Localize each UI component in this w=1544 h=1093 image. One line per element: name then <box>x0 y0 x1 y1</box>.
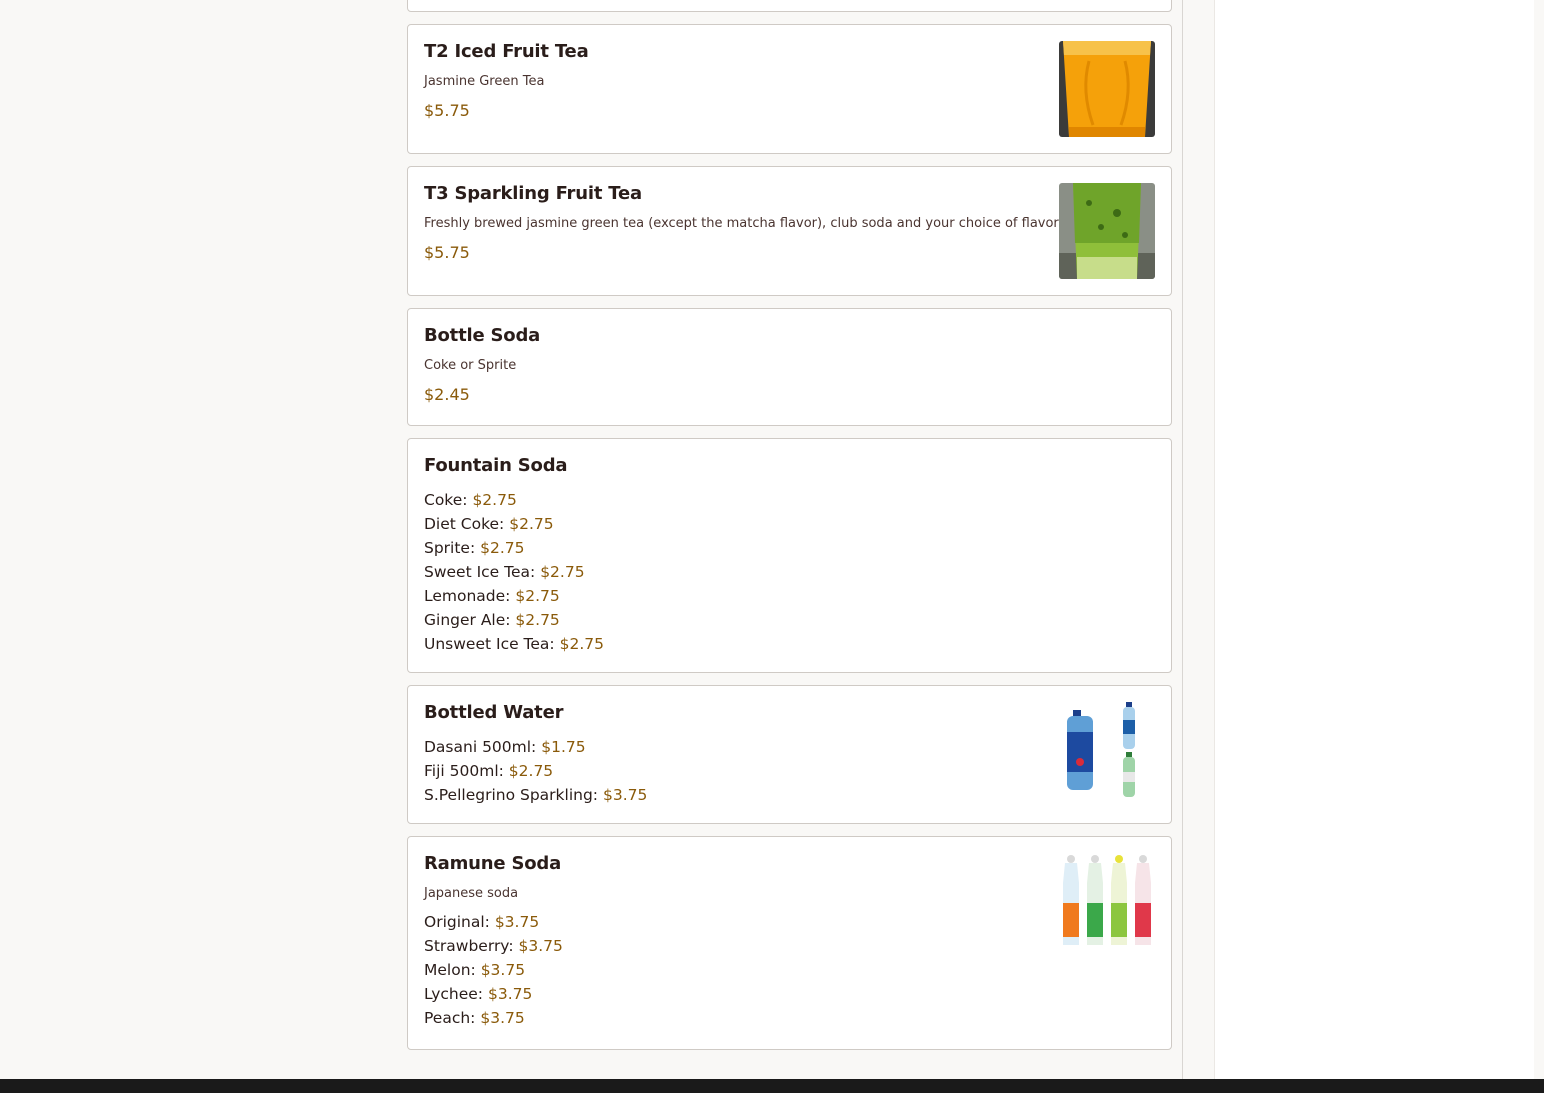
right-side-panel <box>1214 0 1534 1079</box>
option-row: Diet Coke: $2.75 <box>424 512 1041 536</box>
ramune-bottles-photo[interactable] <box>1059 853 1155 949</box>
option-label: Melon: <box>424 961 476 979</box>
option-price: $2.75 <box>509 515 554 533</box>
item-name: T3 Sparkling Fruit Tea <box>424 183 642 204</box>
option-price: $3.75 <box>480 1009 525 1027</box>
option-label: Ginger Ale: <box>424 611 511 629</box>
option-price: $2.75 <box>472 491 517 509</box>
item-name: Fountain Soda <box>424 455 568 476</box>
option-row: Coke: $2.75 <box>424 488 1041 512</box>
option-row: Peach: $3.75 <box>424 1006 1041 1030</box>
item-name: Ramune Soda <box>424 853 562 874</box>
option-price: $3.75 <box>494 913 540 931</box>
option-label: Lemonade: <box>424 587 511 605</box>
option-price: $3.75 <box>518 937 563 955</box>
option-price: $1.75 <box>541 738 586 756</box>
option-price: $2.75 <box>515 611 560 629</box>
option-list: Original: $3.75 Strawberry: $3.75 Melon:… <box>424 910 1041 1030</box>
item-price: $5.75 <box>424 243 470 262</box>
item-name: T2 Iced Fruit Tea <box>424 41 589 62</box>
option-price: $3.75 <box>487 985 533 1003</box>
option-list: Coke: $2.75 Diet Coke: $2.75 Sprite: $2.… <box>424 488 1041 656</box>
matcha-sparkling-tea-photo[interactable] <box>1059 183 1155 279</box>
option-row: S.Pellegrino Sparkling: $3.75 <box>424 783 1041 807</box>
option-label: Dasani 500ml: <box>424 738 537 756</box>
option-row: Lychee: $3.75 <box>424 982 1041 1006</box>
menu-item-card[interactable]: Ramune Soda Japanese soda Original: $3.7… <box>407 836 1172 1050</box>
item-price: $2.45 <box>424 385 470 404</box>
option-list: Dasani 500ml: $1.75 Fiji 500ml: $2.75 S.… <box>424 735 1041 807</box>
item-price: $5.75 <box>424 101 470 120</box>
option-label: Lychee: <box>424 985 484 1003</box>
item-description: Jasmine Green Tea <box>424 74 545 89</box>
water-bottles-photo[interactable] <box>1059 702 1155 798</box>
option-row: Sprite: $2.75 <box>424 536 1041 560</box>
item-description: Freshly brewed jasmine green tea (except… <box>424 216 1059 231</box>
menu-item-card[interactable]: T3 Sparkling Fruit Tea Freshly brewed ja… <box>407 166 1172 296</box>
option-row: Dasani 500ml: $1.75 <box>424 735 1041 759</box>
previous-menu-item-card[interactable] <box>407 0 1172 12</box>
option-label: S.Pellegrino Sparkling: <box>424 786 599 804</box>
option-price: $2.75 <box>508 762 554 780</box>
footer-bar <box>0 1079 1544 1093</box>
option-label: Peach: <box>424 1009 476 1027</box>
orange-iced-tea-photo[interactable] <box>1059 41 1155 137</box>
option-row: Original: $3.75 <box>424 910 1041 934</box>
option-row: Melon: $3.75 <box>424 958 1041 982</box>
item-name: Bottled Water <box>424 702 564 723</box>
option-label: Coke: <box>424 491 468 509</box>
option-label: Original: <box>424 913 490 931</box>
menu-item-card[interactable]: Fountain Soda Coke: $2.75 Diet Coke: $2.… <box>407 438 1172 673</box>
option-row: Unsweet Ice Tea: $2.75 <box>424 632 1041 656</box>
option-label: Sweet Ice Tea: <box>424 563 536 581</box>
option-price: $3.75 <box>480 961 526 979</box>
option-label: Unsweet Ice Tea: <box>424 635 555 653</box>
option-row: Lemonade: $2.75 <box>424 584 1041 608</box>
option-row: Sweet Ice Tea: $2.75 <box>424 560 1041 584</box>
option-label: Diet Coke: <box>424 515 505 533</box>
item-name: Bottle Soda <box>424 325 541 346</box>
item-description: Coke or Sprite <box>424 358 517 373</box>
option-row: Fiji 500ml: $2.75 <box>424 759 1041 783</box>
menu-item-card[interactable]: Bottle Soda Coke or Sprite $2.45 <box>407 308 1172 426</box>
option-label: Fiji 500ml: <box>424 762 504 780</box>
menu-item-card[interactable]: Bottled Water Dasani 500ml: $1.75 Fiji 5… <box>407 685 1172 824</box>
option-price: $2.75 <box>559 635 604 653</box>
option-price: $2.75 <box>515 587 560 605</box>
option-price: $2.75 <box>480 539 525 557</box>
menu-item-card[interactable]: T2 Iced Fruit Tea Jasmine Green Tea $5.7… <box>407 24 1172 154</box>
option-label: Strawberry: <box>424 937 514 955</box>
option-row: Strawberry: $3.75 <box>424 934 1041 958</box>
option-price: $2.75 <box>540 563 585 581</box>
item-description: Japanese soda <box>424 886 519 901</box>
option-row: Ginger Ale: $2.75 <box>424 608 1041 632</box>
column-divider <box>1182 0 1183 1079</box>
menu-page: T2 Iced Fruit Tea Jasmine Green Tea $5.7… <box>0 0 1544 1093</box>
option-price: $3.75 <box>602 786 648 804</box>
option-label: Sprite: <box>424 539 476 557</box>
